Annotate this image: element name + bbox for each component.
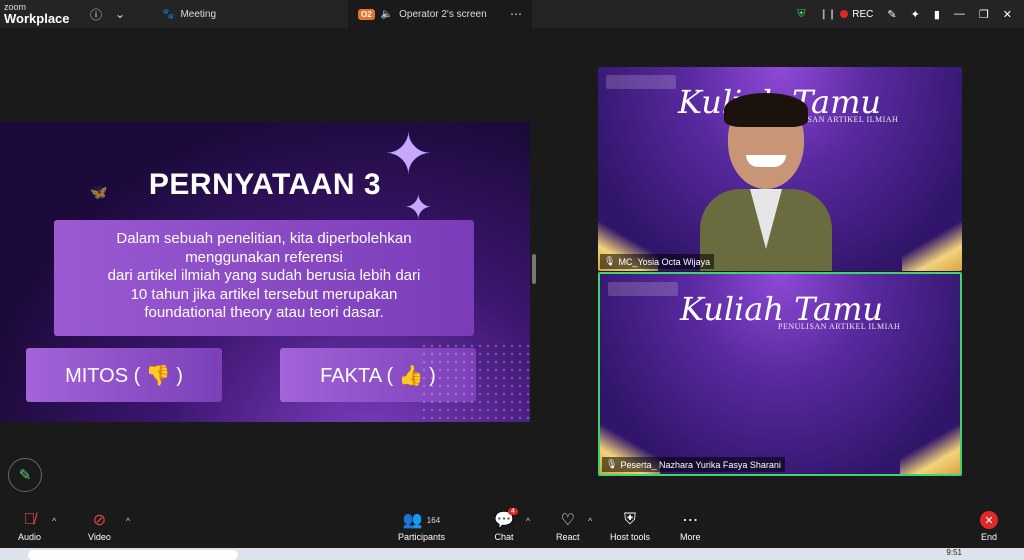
rec-label: REC: [852, 8, 874, 20]
participants-icon: 👥 164: [402, 512, 441, 529]
audio-label: Audio: [18, 532, 42, 542]
muted-mic-icon: 🎙: [604, 256, 616, 266]
end-icon-wrap: ✕: [980, 510, 998, 530]
mic-muted-icon: 🎙̸: [23, 511, 36, 528]
chat-options-caret[interactable]: ^: [526, 516, 530, 526]
video-tile-active-speaker[interactable]: Kuliah Tamu PENULISAN ARTIKEL ILMIAH 🎙 P…: [598, 272, 962, 476]
participants-label: Participants: [398, 532, 446, 542]
host-tools-button[interactable]: ⛨ Host tools: [610, 510, 650, 542]
more-icon: ⋯: [682, 512, 699, 529]
brand-workplace: Workplace: [4, 11, 70, 26]
slide-title: PERNYATAAN 3: [148, 168, 382, 201]
meeting-toolbar: 🎙̸ Audio ^ ⊘ Video ^ 👥 164 Participants 💬…: [0, 506, 1024, 548]
react-label: React: [556, 532, 580, 542]
zoom-logo: zoom Workplace: [0, 3, 80, 26]
participant-name: MC_Yosia Octa Wijaya: [618, 256, 711, 267]
more-options-icon[interactable]: ⋯: [510, 7, 522, 21]
react-button[interactable]: ♡ React: [556, 510, 580, 542]
meeting-canvas: 🦋 ✦ ✦ PERNYATAAN 3 Dalam sebuah peneliti…: [0, 28, 1024, 506]
tab-shared-screen[interactable]: O2 🔈 Operator 2's screen ⋯: [348, 0, 532, 28]
speaker-icon[interactable]: 🔈: [381, 9, 393, 20]
title-bar-controls: ⛨ ❙❙ REC ✎ ✦ ▮ — ❐ ✕: [797, 0, 1024, 28]
video-button[interactable]: ⊘ Video: [88, 510, 111, 542]
camera-off-icon: ⊘: [92, 512, 107, 529]
chat-button[interactable]: 💬 4 Chat: [494, 508, 518, 542]
participant-video: [700, 93, 832, 271]
hair: [724, 93, 808, 127]
gold-ribbon-decoration: [902, 221, 962, 271]
statement-box: Dalam sebuah penelitian, kita diperboleh…: [54, 220, 474, 336]
participant-name-tag: 🎙 Peserta_ Nazhara Yurika Fasya Sharani: [602, 457, 785, 472]
background-badges: [608, 282, 678, 296]
participant-name-tag: 🎙 MC_Yosia Octa Wijaya: [600, 254, 715, 269]
statement-line: foundational theory atau teori dasar.: [144, 304, 384, 321]
chat-label: Chat: [494, 532, 514, 542]
restore-icon[interactable]: ❐: [979, 8, 989, 21]
participants-count: 164: [426, 515, 441, 525]
close-icon[interactable]: ✕: [1003, 8, 1012, 21]
end-label: End: [980, 532, 997, 542]
side-panel-icon[interactable]: ▮: [934, 8, 940, 21]
pencil-icon: ✎: [18, 467, 32, 484]
paw-icon: 🐾: [162, 8, 175, 20]
resize-handle[interactable]: [532, 254, 536, 284]
participant-name: Peserta_ Nazhara Yurika Fasya Sharani: [620, 459, 781, 470]
pause-icon: ❙❙: [819, 8, 837, 20]
host-tools-label: Host tools: [610, 532, 651, 542]
shield-icon: ⛨: [624, 511, 637, 528]
participants-button[interactable]: 👥 164 Participants: [398, 510, 445, 542]
tab-meeting[interactable]: 🐾 Meeting: [152, 0, 226, 28]
react-options-caret[interactable]: ^: [588, 516, 592, 526]
sharer-avatar: O2: [358, 8, 375, 20]
shared-slide: 🦋 ✦ ✦ PERNYATAAN 3 Dalam sebuah peneliti…: [0, 122, 530, 422]
option-mitos: MITOS ( 👎 ): [26, 348, 222, 402]
record-dot-icon: [840, 10, 849, 18]
end-icon: ✕: [980, 511, 998, 529]
glitter-decoration: [420, 342, 530, 422]
audio-options-caret[interactable]: ^: [52, 516, 56, 526]
statement-line: dari artikel ilmiah yang sudah berusia l…: [107, 267, 421, 284]
clock: 9:51: [946, 548, 962, 557]
statement-line: Dalam sebuah penelitian, kita diperboleh…: [116, 230, 412, 247]
os-taskbar: 9:51: [0, 548, 1024, 560]
info-icon[interactable]: ⓘ: [88, 6, 104, 22]
chevron-down-icon[interactable]: ⌄: [112, 6, 128, 22]
heart-icon: ♡: [560, 512, 575, 529]
annotate-pen-button[interactable]: ✎: [8, 458, 42, 492]
chat-unread-badge: 4: [508, 508, 518, 515]
more-label: More: [680, 532, 701, 542]
statement-line: 10 tahun jika artikel tersebut merupakan: [130, 285, 398, 303]
end-button[interactable]: ✕ End: [980, 510, 998, 542]
muted-mic-icon: 🎙: [606, 459, 618, 469]
more-button[interactable]: ⋯ More: [680, 510, 701, 542]
audio-button[interactable]: 🎙̸ Audio: [18, 510, 41, 542]
tab-screen-label: Operator 2's screen: [399, 8, 487, 20]
tile-background-subtitle: PENULISAN ARTIKEL ILMIAH: [778, 322, 901, 331]
video-options-caret[interactable]: ^: [126, 516, 130, 526]
video-tile-mc[interactable]: Kuliah Tamu PENULISAN ARTIKEL ILMIAH 🎙 M…: [598, 67, 962, 271]
background-badges: [606, 75, 676, 89]
sparkle-icon[interactable]: ✦: [911, 8, 920, 21]
annotate-icon[interactable]: ✎: [887, 8, 896, 21]
minimize-icon[interactable]: —: [954, 8, 965, 20]
chat-icon: 💬 4: [494, 508, 518, 530]
shield-icon[interactable]: ⛨: [797, 8, 805, 21]
gold-ribbon-decoration: [900, 424, 960, 474]
statement-line: menggunakan referensi: [185, 248, 343, 266]
recording-indicator[interactable]: ❙❙ REC: [820, 9, 874, 20]
title-bar: zoom Workplace ⓘ ⌄ 🐾 Meeting O2 🔈 Operat…: [0, 0, 1024, 28]
video-label: Video: [88, 532, 111, 542]
taskbar-search[interactable]: [28, 550, 238, 560]
smile: [746, 155, 786, 167]
tab-meeting-label: Meeting: [180, 8, 217, 20]
